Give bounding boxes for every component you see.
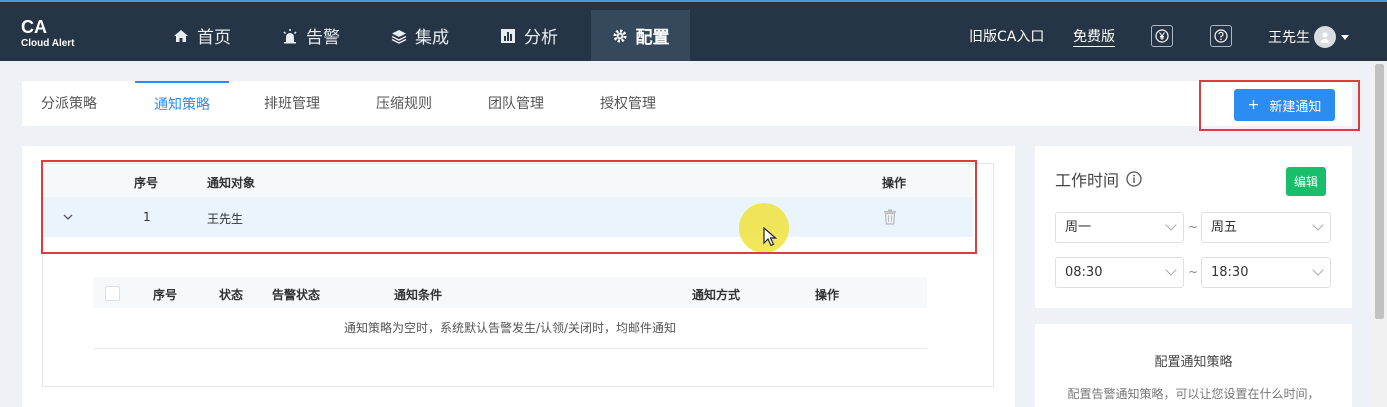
info-icon[interactable] [1126, 171, 1142, 187]
rule-table-header: 序号 状态 告警状态 通知条件 通知方式 操作 [93, 277, 927, 308]
avatar [1314, 26, 1336, 48]
chevron-down-icon [1165, 264, 1177, 276]
config-help-title: 配置通知策略 [1154, 355, 1233, 370]
logo-title: CA [21, 17, 47, 37]
sub-header-index: 序号 [153, 288, 178, 302]
nav-config-label: 配置 [635, 28, 670, 48]
edit-worktime-button[interactable]: 编辑 [1286, 167, 1326, 196]
gear-icon [613, 29, 626, 42]
nav-config[interactable]: 配置 [591, 10, 690, 61]
alarm-icon [283, 28, 297, 43]
highlight-box-table [41, 160, 977, 254]
day-to-select[interactable]: 周五 [1201, 212, 1331, 243]
chevron-down-icon [1312, 219, 1324, 231]
sub-header-alert-status: 告警状态 [272, 288, 321, 302]
yen-icon [1155, 29, 1169, 43]
select-all-checkbox[interactable] [105, 286, 120, 301]
nav-analysis-label: 分析 [524, 28, 558, 48]
config-help-desc: 配置告警通知策略，可以让您设置在什么时间， [1067, 387, 1320, 401]
help-button[interactable] [1210, 25, 1232, 47]
tab-team[interactable]: 团队管理 [488, 81, 544, 126]
time-from-value: 08:30 [1065, 265, 1103, 280]
tab-compress[interactable]: 压缩规则 [376, 81, 432, 126]
caret-down-icon [1341, 34, 1349, 40]
nav-analysis[interactable]: 分析 [500, 10, 558, 61]
tab-schedule[interactable]: 排班管理 [264, 81, 320, 126]
nav-integration-label: 集成 [415, 28, 449, 48]
plan-link[interactable]: 免费版 [1073, 26, 1115, 46]
sub-header-action: 操作 [815, 288, 840, 302]
range-separator: ~ [1188, 265, 1199, 279]
logo[interactable]: CA Cloud Alert [21, 18, 75, 50]
billing-button[interactable] [1151, 25, 1173, 47]
help-icon [1214, 29, 1228, 43]
old-version-link[interactable]: 旧版CA入口 [969, 26, 1044, 46]
user-menu[interactable]: 王先生 [1268, 26, 1349, 48]
config-help-panel: 配置通知策略 配置告警通知策略，可以让您设置在什么时间， [1035, 324, 1352, 407]
nav-alarm-label: 告警 [306, 28, 340, 48]
chevron-down-icon [1165, 219, 1177, 231]
day-from-value: 周一 [1065, 220, 1092, 235]
time-to-select[interactable]: 18:30 [1201, 257, 1331, 288]
chevron-down-icon [1312, 264, 1324, 276]
bar-chart-icon [501, 28, 515, 43]
tab-auth[interactable]: 授权管理 [600, 81, 656, 126]
user-name: 王先生 [1268, 30, 1310, 46]
sub-header-condition: 通知条件 [394, 288, 443, 302]
accent-line [0, 0, 1387, 2]
range-separator: ~ [1188, 220, 1199, 234]
nav-integration[interactable]: 集成 [391, 10, 449, 61]
worktime-title: 工作时间 [1055, 171, 1120, 190]
home-icon [174, 29, 188, 42]
layers-icon [391, 29, 407, 44]
empty-rule-message: 通知策略为空时，系统默认告警发生/认领/关闭时，均邮件通知 [93, 308, 927, 349]
day-from-select[interactable]: 周一 [1055, 212, 1184, 243]
top-navbar: CA Cloud Alert 首页 告警 集成 分析 配置 旧版CA入口 免费版… [0, 0, 1387, 61]
time-to-value: 18:30 [1211, 265, 1249, 280]
highlight-box-new-button [1199, 80, 1360, 131]
nav-home-label: 首页 [197, 28, 231, 48]
logo-subtitle: Cloud Alert [21, 38, 75, 49]
time-from-select[interactable]: 08:30 [1055, 257, 1184, 288]
tab-dispatch[interactable]: 分派策略 [41, 81, 97, 126]
tabs-bar: 分派策略 通知策略 排班管理 压缩规则 团队管理 授权管理 [22, 81, 1352, 126]
sub-header-status: 状态 [219, 288, 244, 302]
tab-notification[interactable]: 通知策略 [135, 81, 229, 126]
scrollbar-thumb[interactable] [1375, 64, 1384, 319]
worktime-title-row: 工作时间 [1055, 167, 1142, 191]
day-to-value: 周五 [1211, 220, 1238, 235]
user-icon [1320, 32, 1330, 43]
nav-alarm[interactable]: 告警 [282, 10, 340, 61]
nav-home[interactable]: 首页 [173, 10, 231, 61]
sub-header-method: 通知方式 [692, 288, 741, 302]
